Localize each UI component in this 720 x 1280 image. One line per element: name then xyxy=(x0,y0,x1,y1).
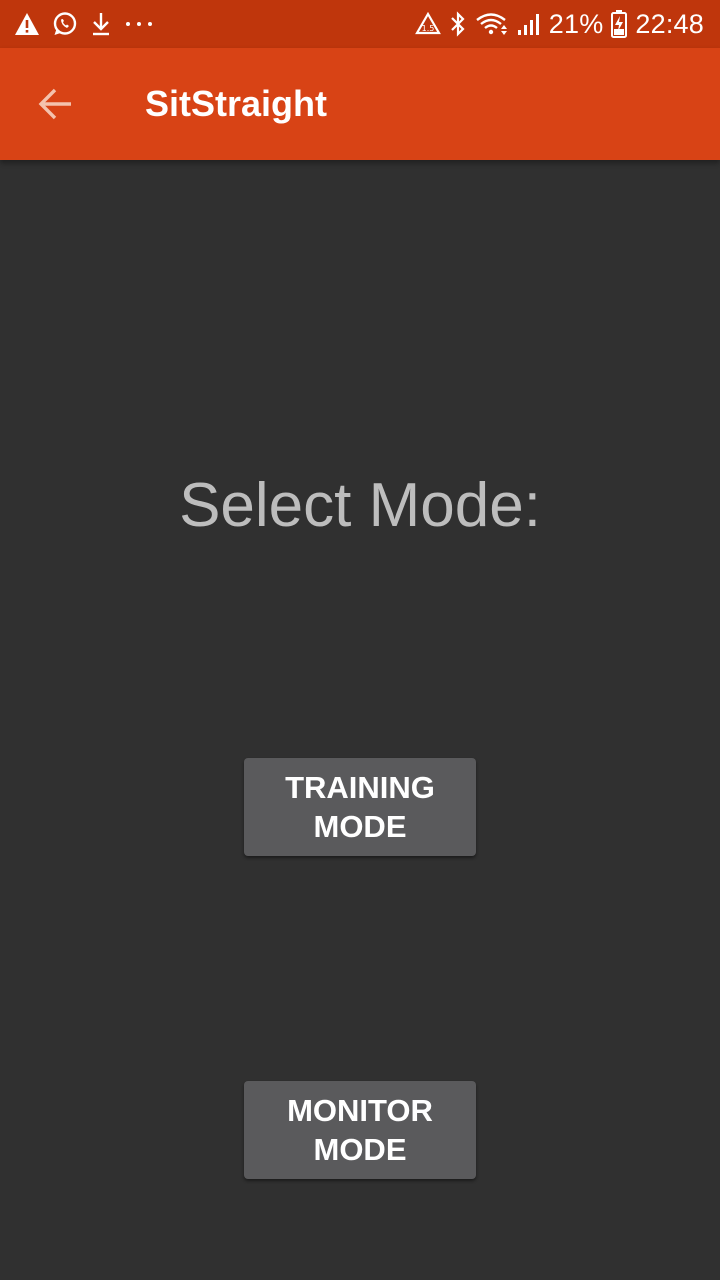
training-mode-label-line2: MODE xyxy=(313,809,407,844)
data-saver-icon: 1.5 xyxy=(414,12,441,36)
training-mode-label-line1: TRAINING xyxy=(285,770,435,805)
more-dots-icon xyxy=(124,20,154,28)
status-system: 1.5 21% 22:48 xyxy=(414,8,704,40)
back-button[interactable] xyxy=(24,72,88,136)
monitor-mode-button[interactable]: MONITOR MODE xyxy=(244,1081,476,1179)
svg-text:1.5: 1.5 xyxy=(421,24,434,33)
wifi-icon xyxy=(475,11,509,37)
battery-charging-icon xyxy=(611,10,628,38)
bluetooth-icon xyxy=(449,11,467,37)
status-bar: 1.5 21% 22:48 xyxy=(0,0,720,48)
arrow-back-icon xyxy=(38,88,71,120)
signal-icon xyxy=(517,12,541,36)
app-title: SitStraight xyxy=(145,83,328,124)
select-mode-heading: Select Mode: xyxy=(179,471,541,540)
download-icon xyxy=(90,11,112,37)
monitor-mode-label-line2: MODE xyxy=(313,1132,407,1167)
clock: 22:48 xyxy=(635,8,704,39)
training-mode-button[interactable]: TRAINING MODE xyxy=(244,758,476,856)
main-content: Select Mode: TRAINING MODE MONITOR MODE xyxy=(0,160,720,1280)
whatsapp-icon xyxy=(52,11,78,37)
status-notifications xyxy=(14,11,415,37)
warning-icon xyxy=(14,12,40,36)
monitor-mode-label-line1: MONITOR xyxy=(287,1093,433,1128)
battery-percent: 21% xyxy=(548,8,604,39)
app-bar: SitStraight xyxy=(0,48,720,160)
